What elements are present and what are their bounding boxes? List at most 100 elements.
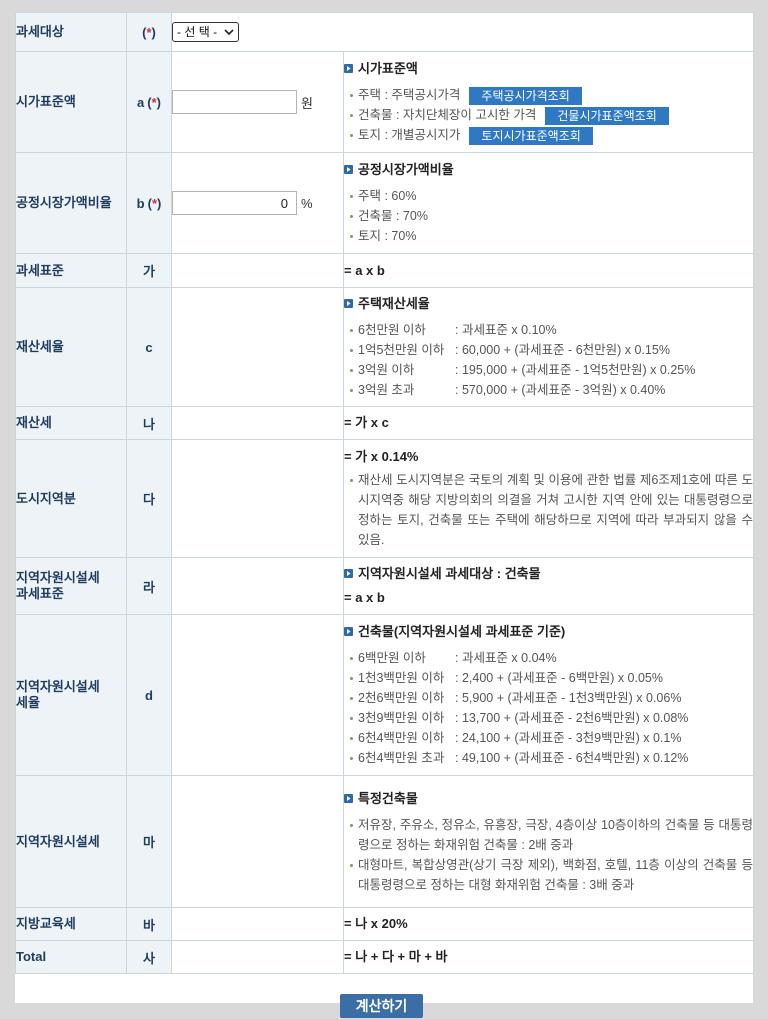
rate-bracket: 2천6백만원 이하	[358, 691, 445, 705]
formula: = 가 x c	[344, 415, 389, 430]
rate-item: 1천3백만원 이하 : 2,400 + (과세표준 - 6백만원) x 0.05%	[344, 668, 753, 688]
rate-bracket: 1천3백만원 이하	[358, 671, 445, 685]
rate-formula: : 과세표준 x 0.10%	[455, 323, 557, 337]
row-input-cell	[171, 406, 344, 440]
row-symbol: 라	[126, 557, 172, 615]
row-tax-target: 과세대상 (*) - 선 택 -	[15, 12, 754, 52]
row-description: = 가 x 0.14% 재산세 도시지역분은 국토의 계획 및 이용에 관한 법…	[343, 439, 754, 558]
rate-formula: : 과세표준 x 0.04%	[455, 651, 557, 665]
unit-label: 원	[301, 95, 313, 111]
calculator-panel: 과세대상 (*) - 선 택 - 시가표준액 a (*) 원 시가표준액 주택 …	[15, 12, 754, 1003]
row-symbol: 사	[126, 940, 172, 974]
row-description: 시가표준액 주택 : 주택공시가격 주택공시가격조회 건축물 : 자치단체장이 고…	[343, 51, 754, 153]
bullet-dot	[350, 94, 353, 97]
formula: = a x b	[344, 590, 385, 605]
rate-bracket: 3억원 초과	[358, 383, 415, 397]
list-item: 저유장, 주유소, 정유소, 유흥장, 극장, 4층이상 10층이하의 건축물 …	[344, 815, 753, 855]
bullet-dot	[350, 235, 353, 238]
list-item: 대형마트, 복합상영관(상기 극장 제외), 백화점, 호텔, 11층 이상의 …	[344, 855, 753, 895]
row-input-cell	[171, 557, 344, 615]
row-input-cell	[171, 287, 344, 407]
standard-price-input[interactable]	[172, 90, 297, 114]
bullet-dot	[350, 195, 353, 198]
rate-formula: : 60,000 + (과세표준 - 6천만원) x 0.15%	[455, 343, 670, 357]
row-tax-base: 과세표준 가 = a x b	[15, 253, 754, 288]
bullet-dot	[350, 215, 353, 218]
fair-market-ratio-input[interactable]	[172, 191, 297, 215]
rate-bracket: 1억5천만원 이하	[358, 343, 445, 357]
list-item: 토지 : 개별공시지가 토지시가표준액조회	[344, 125, 753, 145]
row-local-resource-rate: 지역자원시설세 세율 d 건축물(지역자원시설세 과세표준 기준) 6백만원 이…	[15, 614, 754, 776]
row-description: = 나 x 20%	[343, 907, 754, 941]
description-heading: 시가표준액	[344, 59, 753, 79]
list-item: 건축물 : 70%	[344, 206, 753, 226]
bullet-dot	[350, 329, 353, 332]
row-label-line: 세율	[16, 695, 40, 710]
row-label: Total	[15, 940, 127, 974]
row-label: 지역자원시설세 과세표준	[15, 557, 127, 615]
row-label-line: 지역자원시설세	[16, 679, 100, 694]
row-property-tax-rate: 재산세율 c 주택재산세율 6천만원 이하: 과세표준 x 0.10% 1억5천…	[15, 287, 754, 407]
heading-bullet-icon	[344, 627, 353, 636]
rate-formula: : 49,100 + (과세표준 - 6천4백만원) x 0.12%	[455, 751, 689, 765]
land-price-lookup-button[interactable]: 토지시가표준액조회	[469, 126, 593, 145]
rate-item: 6천4백만원 초과 : 49,100 + (과세표준 - 6천4백만원) x 0.…	[344, 748, 753, 768]
symbol-letter: b	[136, 195, 145, 211]
row-label: 지방교육세	[15, 907, 127, 941]
bullet-dot	[350, 677, 353, 680]
heading-bullet-icon	[344, 569, 353, 578]
row-label: 지역자원시설세 세율	[15, 614, 127, 776]
description-heading: 주택재산세율	[344, 294, 753, 314]
tax-target-select[interactable]: - 선 택 -	[172, 22, 239, 42]
row-description: 특정건축물 저유장, 주유소, 정유소, 유흥장, 극장, 4층이상 10층이하…	[343, 775, 754, 908]
row-symbol: (*)	[126, 12, 172, 52]
description-heading: 건축물(지역자원시설세 과세표준 기준)	[344, 622, 753, 642]
row-input-cell: - 선 택 -	[171, 12, 754, 52]
rate-bracket: 6백만원 이하	[358, 651, 426, 665]
calculate-button[interactable]: 계산하기	[340, 994, 423, 1018]
row-symbol: 나	[126, 406, 172, 440]
row-symbol: 다	[126, 439, 172, 558]
heading-bullet-icon	[344, 165, 353, 174]
row-description: = a x b	[343, 253, 754, 288]
row-input-cell: %	[171, 152, 344, 254]
building-price-lookup-button[interactable]: 건물시가표준액조회	[545, 106, 669, 125]
house-price-lookup-button[interactable]: 주택공시가격조회	[469, 86, 582, 105]
bullet-dot	[350, 757, 353, 760]
row-symbol: b (*)	[126, 152, 172, 254]
heading-bullet-icon	[344, 793, 353, 803]
bullet-dot	[350, 823, 353, 827]
bullet-dot	[350, 737, 353, 740]
rate-bracket: 6천4백만원 이하	[358, 731, 445, 745]
row-description: 지역자원시설세 과세대상 : 건축물 = a x b	[343, 557, 754, 615]
bullet-dot	[350, 697, 353, 700]
tax-target-dropdown[interactable]: - 선 택 -	[172, 22, 239, 42]
rate-item: 6천4백만원 이하: 24,100 + (과세표준 - 3천9백만원) x 0.…	[344, 728, 753, 748]
row-symbol: a (*)	[126, 51, 172, 153]
bullet-dot	[350, 863, 353, 867]
row-total: Total 사 = 나 + 다 + 마 + 바	[15, 940, 754, 974]
rate-item: 6백만원 이하 : 과세표준 x 0.04%	[344, 648, 753, 668]
row-symbol: 가	[126, 253, 172, 288]
bullet-dot	[350, 134, 353, 137]
formula: = 나 + 다 + 마 + 바	[344, 949, 448, 964]
rate-bracket: 6천4백만원 초과	[358, 751, 445, 765]
row-urban-area: 도시지역분 다 = 가 x 0.14% 재산세 도시지역분은 국토의 계획 및 …	[15, 439, 754, 558]
bullet-dot	[350, 349, 353, 352]
required-mark: (*)	[147, 195, 162, 211]
bullet-dot	[350, 114, 353, 117]
row-label-line: 지역자원시설세	[16, 570, 100, 585]
row-description: 공정시장가액비율 주택 : 60% 건축물 : 70% 토지 : 70%	[343, 152, 754, 254]
row-local-education-tax: 지방교육세 바 = 나 x 20%	[15, 907, 754, 941]
rate-item: 6천만원 이하: 과세표준 x 0.10%	[344, 320, 753, 340]
list-item: 건축물 : 자치단체장이 고시한 가격 건물시가표준액조회	[344, 105, 753, 125]
rate-item: 3천9백만원 이하: 13,700 + (과세표준 - 2천6백만원) x 0.…	[344, 708, 753, 728]
description-heading: 지역자원시설세 과세대상 : 건축물	[344, 564, 753, 584]
symbol-letter: a	[137, 94, 145, 110]
row-description: 건축물(지역자원시설세 과세표준 기준) 6백만원 이하 : 과세표준 x 0.0…	[343, 614, 754, 776]
row-symbol: 마	[126, 775, 172, 908]
tax-calculator-table: 과세대상 (*) - 선 택 - 시가표준액 a (*) 원 시가표준액 주택 …	[15, 12, 754, 974]
row-symbol: 바	[126, 907, 172, 941]
rate-formula: : 2,400 + (과세표준 - 6백만원) x 0.05%	[455, 671, 663, 685]
formula: = 나 x 20%	[344, 916, 408, 931]
